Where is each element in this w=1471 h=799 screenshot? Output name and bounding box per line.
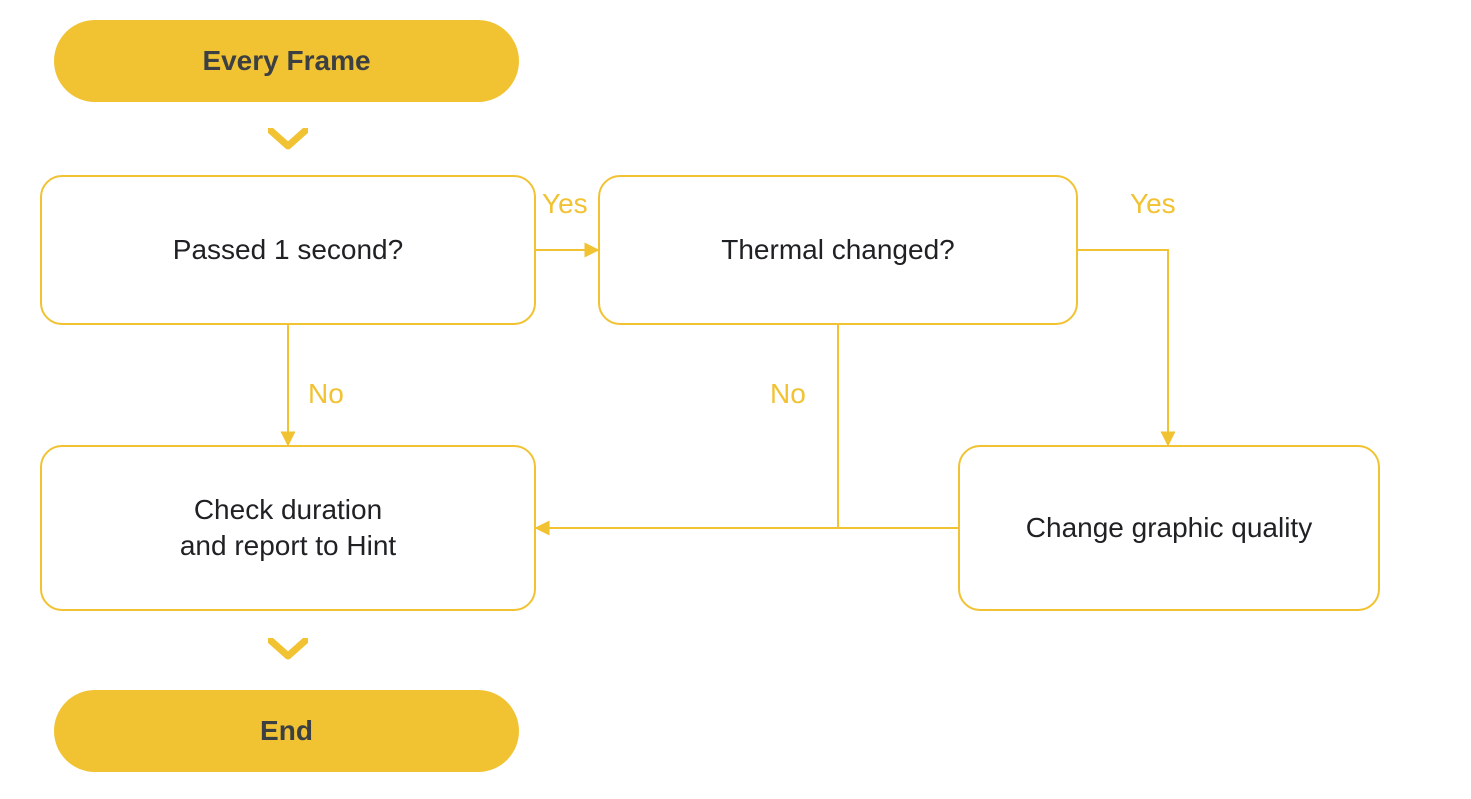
process-change-graphic-quality-label: Change graphic quality bbox=[1026, 510, 1312, 546]
chevron-down-icon bbox=[268, 638, 308, 662]
edge-label-yes: Yes bbox=[1130, 188, 1176, 220]
chevron-down-icon bbox=[268, 128, 308, 152]
decision-thermal-changed: Thermal changed? bbox=[598, 175, 1078, 325]
process-change-graphic-quality: Change graphic quality bbox=[958, 445, 1380, 611]
edge-label-no: No bbox=[308, 378, 344, 410]
process-check-duration-text: Check duration and report to Hint bbox=[180, 492, 396, 565]
decision-thermal-changed-label: Thermal changed? bbox=[721, 232, 954, 268]
process-check-duration-line2: and report to Hint bbox=[180, 530, 396, 561]
edge-label-no: No bbox=[770, 378, 806, 410]
end-terminator: End bbox=[54, 690, 519, 772]
process-check-duration: Check duration and report to Hint bbox=[40, 445, 536, 611]
connectors-layer bbox=[0, 0, 1471, 799]
decision-passed-1-second: Passed 1 second? bbox=[40, 175, 536, 325]
decision-passed-1-second-label: Passed 1 second? bbox=[173, 232, 403, 268]
start-terminator: Every Frame bbox=[54, 20, 519, 102]
edge-label-yes: Yes bbox=[542, 188, 588, 220]
start-label: Every Frame bbox=[202, 43, 370, 79]
process-check-duration-line1: Check duration bbox=[194, 494, 382, 525]
flowchart-canvas: Every Frame Passed 1 second? Thermal cha… bbox=[0, 0, 1471, 799]
end-label: End bbox=[260, 713, 313, 749]
